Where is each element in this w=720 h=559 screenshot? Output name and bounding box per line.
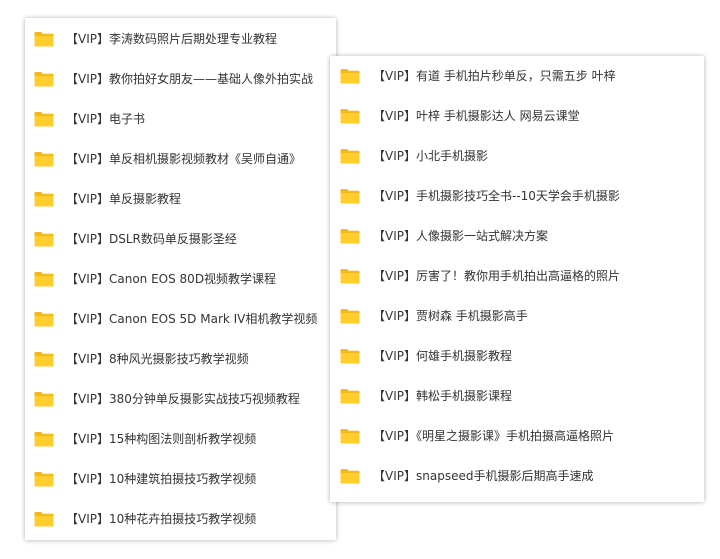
folder-icon	[340, 348, 360, 364]
folder-icon	[340, 188, 360, 204]
folder-label: 【VIP】8种风光摄影技巧教学视频	[66, 352, 249, 366]
folder-icon	[340, 68, 360, 84]
folder-item-dslr-tutorial[interactable]: 【VIP】单反摄影教程	[25, 186, 336, 212]
folder-icon	[34, 111, 54, 127]
folder-label: 【VIP】10种花卉拍摄技巧教学视频	[66, 512, 257, 526]
folder-item-flower-skills[interactable]: 【VIP】10种花卉拍摄技巧教学视频	[25, 506, 336, 532]
folder-item-composition-rules[interactable]: 【VIP】15种构图法则剖析教学视频	[25, 426, 336, 452]
folder-icon	[34, 151, 54, 167]
folder-icon	[34, 391, 54, 407]
folder-item-snapseed[interactable]: 【VIP】snapseed手机摄影后期高手速成	[330, 463, 704, 489]
folder-item-girlfriend-portrait[interactable]: 【VIP】教你拍好女朋友——基础人像外拍实战	[25, 66, 336, 92]
folder-label: 【VIP】教你拍好女朋友——基础人像外拍实战	[66, 72, 313, 86]
folder-icon	[34, 271, 54, 287]
folder-label: 【VIP】snapseed手机摄影后期高手速成	[373, 469, 594, 483]
folder-label: 【VIP】李涛数码照片后期处理专业教程	[66, 32, 277, 46]
folder-icon	[340, 228, 360, 244]
folder-icon	[340, 468, 360, 484]
folder-item-li-tao-photo-postprocessing[interactable]: 【VIP】李涛数码照片后期处理专业教程	[25, 26, 336, 52]
folder-item-landscape-skills[interactable]: 【VIP】8种风光摄影技巧教学视频	[25, 346, 336, 372]
folder-label: 【VIP】单反相机摄影视频教材《吴师自通》	[66, 152, 301, 166]
folder-icon	[340, 148, 360, 164]
folder-label: 【VIP】人像摄影一站式解决方案	[373, 229, 548, 243]
folder-icon	[34, 431, 54, 447]
folder-label: 【VIP】Canon EOS 80D视频教学课程	[66, 272, 277, 286]
left-folder-panel: 【VIP】李涛数码照片后期处理专业教程 【VIP】教你拍好女朋友——基础人像外拍…	[25, 18, 336, 540]
folder-item-canon-5d-mark-iv[interactable]: 【VIP】Canon EOS 5D Mark IV相机教学视频	[25, 306, 336, 332]
folder-icon	[34, 311, 54, 327]
right-folder-panel: 【VIP】有道 手机拍片秒单反，只需五步 叶梓 【VIP】叶梓 手机摄影达人 网…	[330, 56, 704, 502]
folder-label: 【VIP】厉害了！教你用手机拍出高逼格的照片	[373, 269, 620, 283]
folder-icon	[34, 511, 54, 527]
folder-label: 【VIP】10种建筑拍摄技巧教学视频	[66, 472, 257, 486]
folder-icon	[340, 428, 360, 444]
folder-label: 【VIP】15种构图法则剖析教学视频	[66, 432, 257, 446]
folder-label: 【VIP】手机摄影技巧全书--10天学会手机摄影	[373, 189, 620, 203]
folder-item-star-photo-class[interactable]: 【VIP】《明星之摄影课》手机拍摄高逼格照片	[330, 423, 704, 449]
folder-icon	[34, 471, 54, 487]
folder-item-jia-shu-sen[interactable]: 【VIP】贾树森 手机摄影高手	[330, 303, 704, 329]
folder-label: 【VIP】贾树森 手机摄影高手	[373, 309, 528, 323]
folder-label: 【VIP】小北手机摄影	[373, 149, 488, 163]
folder-item-dslr-bible[interactable]: 【VIP】DSLR数码单反摄影圣经	[25, 226, 336, 252]
folder-item-380-minute-course[interactable]: 【VIP】380分钟单反摄影实战技巧视频教程	[25, 386, 336, 412]
folder-label: 【VIP】380分钟单反摄影实战技巧视频教程	[66, 392, 300, 406]
folder-item-canon-80d[interactable]: 【VIP】Canon EOS 80D视频教学课程	[25, 266, 336, 292]
folder-label: 【VIP】叶梓 手机摄影达人 网易云课堂	[373, 109, 580, 123]
folder-item-portrait-solution[interactable]: 【VIP】人像摄影一站式解决方案	[330, 223, 704, 249]
folder-label: 【VIP】单反摄影教程	[66, 192, 181, 206]
folder-item-ye-zi-netease[interactable]: 【VIP】叶梓 手机摄影达人 网易云课堂	[330, 103, 704, 129]
folder-icon	[340, 268, 360, 284]
folder-item-wu-shi-zi-tong[interactable]: 【VIP】单反相机摄影视频教材《吴师自通》	[25, 146, 336, 172]
folder-icon	[34, 71, 54, 87]
folder-icon	[34, 351, 54, 367]
folder-label: 【VIP】何雄手机摄影教程	[373, 349, 512, 363]
folder-item-ebooks[interactable]: 【VIP】电子书	[25, 106, 336, 132]
folder-icon	[340, 108, 360, 124]
folder-icon	[34, 31, 54, 47]
folder-icon	[34, 231, 54, 247]
screenshot-stage: 【VIP】李涛数码照片后期处理专业教程 【VIP】教你拍好女朋友——基础人像外拍…	[0, 0, 720, 559]
folder-icon	[340, 308, 360, 324]
folder-item-phone-photo-book[interactable]: 【VIP】手机摄影技巧全书--10天学会手机摄影	[330, 183, 704, 209]
folder-item-youdao-phone-photo[interactable]: 【VIP】有道 手机拍片秒单反，只需五步 叶梓	[330, 63, 704, 89]
folder-item-high-class-photos[interactable]: 【VIP】厉害了！教你用手机拍出高逼格的照片	[330, 263, 704, 289]
folder-item-xiao-bei[interactable]: 【VIP】小北手机摄影	[330, 143, 704, 169]
folder-label: 【VIP】《明星之摄影课》手机拍摄高逼格照片	[373, 429, 614, 443]
folder-label: 【VIP】Canon EOS 5D Mark IV相机教学视频	[66, 312, 318, 326]
folder-item-han-song[interactable]: 【VIP】韩松手机摄影课程	[330, 383, 704, 409]
folder-label: 【VIP】韩松手机摄影课程	[373, 389, 512, 403]
folder-item-architecture-skills[interactable]: 【VIP】10种建筑拍摄技巧教学视频	[25, 466, 336, 492]
folder-label: 【VIP】有道 手机拍片秒单反，只需五步 叶梓	[373, 69, 616, 83]
folder-icon	[340, 388, 360, 404]
folder-icon	[34, 191, 54, 207]
folder-item-he-xiong[interactable]: 【VIP】何雄手机摄影教程	[330, 343, 704, 369]
folder-label: 【VIP】电子书	[66, 112, 145, 126]
folder-label: 【VIP】DSLR数码单反摄影圣经	[66, 232, 237, 246]
